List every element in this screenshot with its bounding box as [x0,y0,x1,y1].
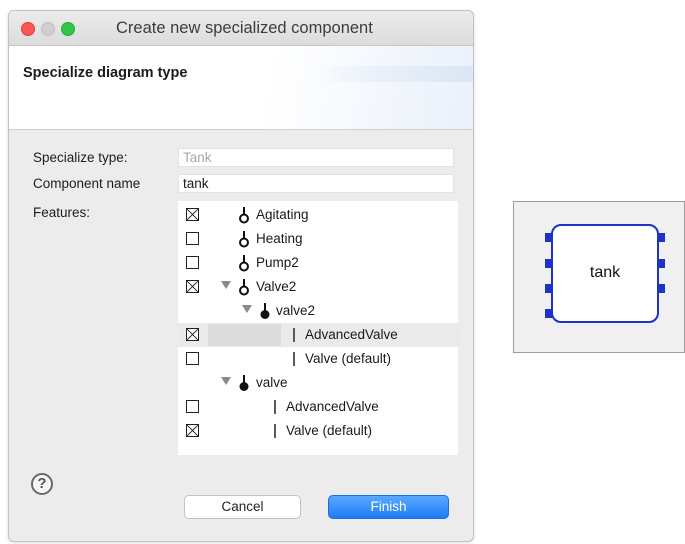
feature-checkbox[interactable] [186,208,199,221]
selection-highlight [208,324,281,346]
tree-row-pump2[interactable]: Pump2 [178,251,458,275]
port-left-2 [545,259,552,268]
tree-row-label: Valve2 [256,279,297,294]
tree-row-heating[interactable]: Heating [178,227,458,251]
zoom-window-button[interactable] [61,22,75,36]
banner-decoration [313,66,473,82]
tree-row-label: Heating [256,231,303,246]
specialize-type-field: Tank [178,148,454,167]
port-left-4 [545,309,552,318]
features-label: Features: [33,205,91,220]
minimize-window-button[interactable] [41,22,55,36]
port-left-3 [545,284,552,293]
banner-title: Specialize diagram type [23,65,188,81]
title-bar[interactable]: Create new specialized component [9,11,473,46]
close-window-button[interactable] [21,22,35,36]
tree-row-valve2[interactable]: Valve2 [178,275,458,299]
tree-row-label: Valve (default) [305,351,392,366]
optional-feature-icon [239,279,249,296]
optional-feature-icon [239,255,249,272]
alternative-bar-icon [293,352,295,366]
cancel-button[interactable]: Cancel [184,495,301,519]
tree-row-advancedvalve[interactable]: AdvancedValve [178,395,458,419]
port-right-3 [658,284,665,293]
tree-row-label: AdvancedValve [305,327,398,342]
tree-row-label: valve2 [276,303,316,318]
feature-checkbox[interactable] [186,400,199,413]
wizard-banner: Specialize diagram type [9,46,473,130]
component-name-label: Component name [33,176,141,191]
tree-row-label: AdvancedValve [286,399,379,414]
component-preview: tank [513,201,685,353]
tree-row-agitating[interactable]: Agitating [178,203,458,227]
tree-row-label: Pump2 [256,255,299,270]
specialize-type-label: Specialize type: [33,150,128,165]
alternative-bar-icon [293,328,295,342]
expand-triangle-icon[interactable] [221,377,231,385]
mandatory-feature-icon [260,303,270,319]
optional-feature-icon [239,207,249,224]
component-label: tank [589,264,621,281]
alternative-bar-icon [274,424,276,438]
tree-row-advancedvalve-selected[interactable]: AdvancedValve [178,323,458,347]
tree-row-valve-default-2[interactable]: Valve (default) [178,419,458,443]
component-name-input[interactable]: tank [178,174,454,193]
mandatory-feature-icon [239,375,249,391]
feature-checkbox[interactable] [186,280,199,293]
feature-checkbox[interactable] [186,232,199,245]
tree-row-valve2-group[interactable]: valve2 [178,299,458,323]
features-tree[interactable]: Agitating Heating Pump2 Valve2 valve2 Ad… [178,201,458,455]
tree-row-label: Valve (default) [286,423,373,438]
optional-feature-icon [239,231,249,248]
feature-checkbox[interactable] [186,328,199,341]
feature-checkbox[interactable] [186,424,199,437]
feature-checkbox[interactable] [186,352,199,365]
port-right-1 [658,233,665,242]
window-title: Create new specialized component [116,19,373,37]
help-button[interactable]: ? [31,473,53,495]
tree-row-label: Agitating [256,207,309,222]
finish-button[interactable]: Finish [328,495,449,519]
port-right-2 [658,259,665,268]
dialog-window: Create new specialized component Special… [8,10,474,542]
alternative-bar-icon [274,400,276,414]
tree-row-valve-default[interactable]: Valve (default) [178,347,458,371]
port-left-1 [545,233,552,242]
tree-row-valve-group[interactable]: valve [178,371,458,395]
component-shape: tank [551,224,659,323]
feature-checkbox[interactable] [186,256,199,269]
tree-row-label: valve [256,375,288,390]
expand-triangle-icon[interactable] [221,281,231,289]
expand-triangle-icon[interactable] [242,305,252,313]
